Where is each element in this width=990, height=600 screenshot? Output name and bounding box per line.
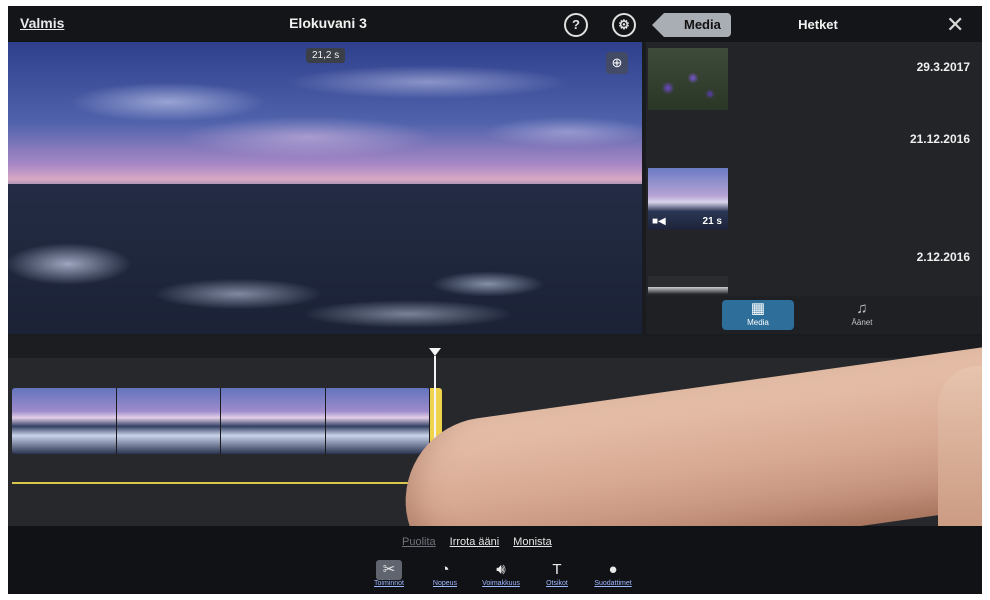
audio-track[interactable] (12, 482, 442, 484)
moment-date: 29.3.2017 (916, 60, 970, 74)
speedometer-icon: ◔ (440, 561, 450, 578)
tool-label: Nopeus (432, 580, 458, 587)
clip-frame (116, 388, 221, 454)
music-note-icon: ♫ (856, 300, 868, 317)
video-camera-icon: ■◀ (652, 216, 666, 227)
moment-row[interactable]: 29.3.2017 (646, 42, 982, 122)
moment-row[interactable]: 21.12.2016 ■◀ 21 s (646, 126, 982, 236)
clip-actions: Puolita Irrota ääni Monista (402, 536, 552, 548)
bottom-toolbar: Puolita Irrota ääni Monista ✂ Toiminnot … (8, 526, 982, 594)
tool-volume[interactable]: 🔊︎ Voimakkuus (480, 560, 522, 587)
imovie-screen: Valmis Elokuvani 3 ? ⚙ Media Hetket ✕ 21… (8, 6, 982, 594)
tool-actions[interactable]: ✂ Toiminnot (368, 560, 410, 587)
moment-date: 21.12.2016 (909, 132, 970, 146)
detach-audio-button[interactable]: Irrota ääni (450, 536, 500, 548)
scissors-icon: ✂ (376, 560, 402, 580)
video-clip[interactable] (12, 388, 430, 454)
timeline-ruler (8, 336, 982, 358)
done-button[interactable]: Valmis (20, 15, 64, 31)
video-preview[interactable]: 21,2 s ⊕ (8, 42, 642, 334)
clip-frame (221, 388, 326, 454)
film-icon: ▦ (750, 300, 766, 317)
moment-date: 2.12.2016 (916, 250, 970, 264)
close-icon[interactable]: ✕ (946, 12, 964, 38)
speaker-icon: 🔊︎ (496, 561, 506, 578)
thumbnail[interactable] (648, 48, 728, 110)
thumbnail[interactable] (648, 276, 728, 294)
preview-landscape (8, 184, 642, 334)
thumbnail[interactable]: ■◀ 21 s (648, 168, 728, 230)
panel-tabs: ▦ Media ♫ Äänet (646, 296, 982, 334)
clip-frame (325, 388, 430, 454)
media-back-button[interactable]: Media (652, 13, 731, 37)
tab-label: Äänet (851, 318, 873, 327)
panel-title: Hetket (798, 17, 838, 32)
media-panel: 29.3.2017 21.12.2016 ■◀ 21 s 2.12.2016 ▦… (646, 42, 982, 334)
project-title: Elokuvani 3 (289, 15, 367, 31)
text-icon: T (552, 561, 562, 578)
tool-titles[interactable]: T Otsikot (536, 560, 578, 587)
tool-label: Suodattimet (594, 580, 632, 587)
moment-row[interactable]: 2.12.2016 (646, 238, 982, 296)
tool-speed[interactable]: ◔ Nopeus (424, 560, 466, 587)
clip-frame (12, 388, 117, 454)
time-badge: 21,2 s (306, 48, 346, 63)
tool-filters[interactable]: ● Suodattimet (592, 560, 634, 587)
tab-media[interactable]: ▦ Media (722, 300, 794, 330)
tool-label: Toiminnot (374, 580, 404, 587)
top-bar: Valmis Elokuvani 3 ? ⚙ Media Hetket ✕ (8, 6, 982, 42)
clip-duration: 21 s (702, 216, 722, 227)
tab-label: Media (747, 318, 769, 327)
playhead-marker (429, 348, 441, 356)
settings-icon[interactable]: ⚙ (612, 13, 636, 37)
filters-icon: ● (608, 561, 618, 578)
duplicate-button[interactable]: Monista (513, 536, 552, 548)
zoom-icon[interactable]: ⊕ (606, 52, 628, 74)
tab-audio[interactable]: ♫ Äänet (826, 300, 898, 330)
tool-row: ✂ Toiminnot ◔ Nopeus 🔊︎ Voimakkuus T Ots… (368, 560, 634, 587)
tool-label: Otsikot (546, 580, 568, 587)
help-icon[interactable]: ? (564, 13, 588, 37)
tool-label: Voimakkuus (482, 580, 520, 587)
split-button[interactable]: Puolita (402, 536, 436, 548)
